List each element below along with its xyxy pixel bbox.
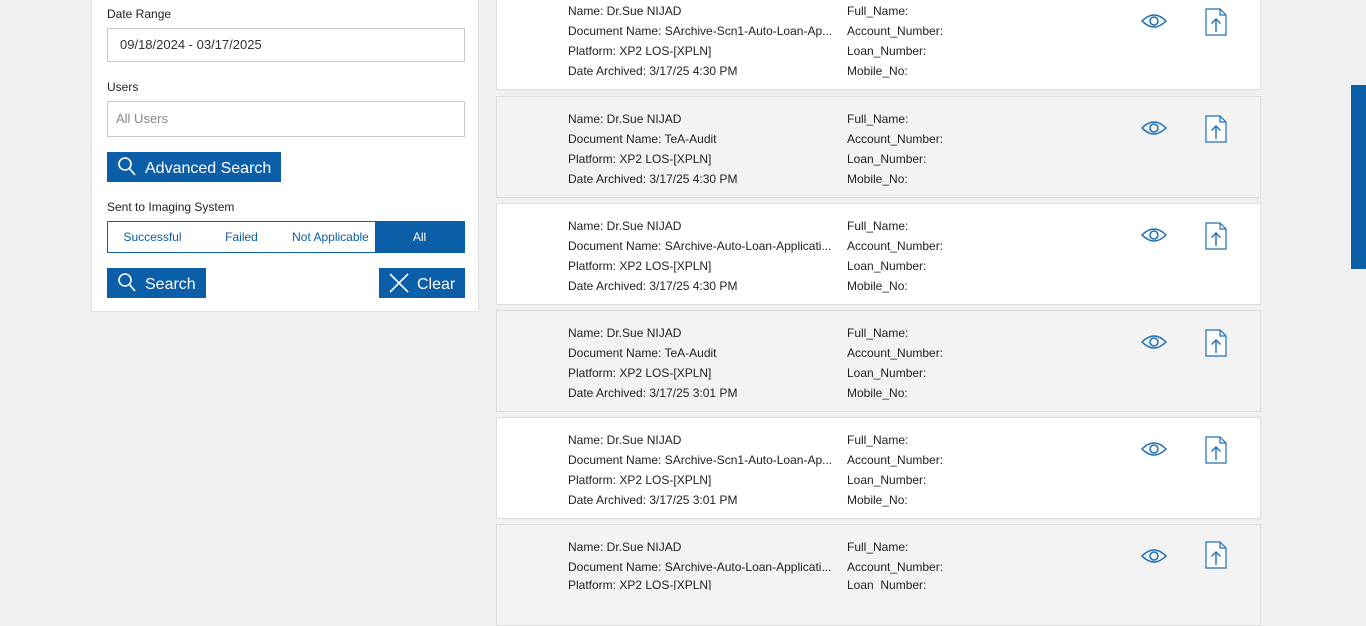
result-mobile-no: Mobile_No: bbox=[847, 493, 908, 507]
result-account-number: Account_Number: bbox=[847, 132, 944, 146]
result-account-number: Account_Number: bbox=[847, 24, 944, 38]
result-platform: Platform: XP2 LOS-[XPLN] bbox=[568, 259, 712, 273]
search-label: Search bbox=[145, 276, 196, 293]
result-card: Name: Dr.Sue NIJAD Document Name: SArchi… bbox=[496, 0, 1261, 90]
filter-panel: Date Range 09/18/2024 - 03/17/2025 Users… bbox=[91, 0, 479, 312]
result-full-name: Full_Name: bbox=[847, 4, 909, 18]
result-loan-number: Loan_Number: bbox=[847, 44, 927, 58]
date-range-label: Date Range bbox=[107, 7, 172, 21]
result-account-number: Account_Number: bbox=[847, 239, 944, 253]
search-icon bbox=[117, 156, 137, 183]
result-date-archived: Date Archived: 3/17/25 4:30 PM bbox=[568, 172, 738, 186]
close-icon bbox=[388, 272, 410, 299]
search-button[interactable]: Search bbox=[107, 268, 206, 298]
result-loan-number: Loan_Number: bbox=[847, 152, 927, 166]
result-document-name: Document Name: SArchive-Scn1-Auto-Loan-A… bbox=[568, 453, 832, 467]
result-card: Name: Dr.Sue NIJAD Document Name: TeA-Au… bbox=[496, 310, 1261, 412]
eye-icon[interactable] bbox=[1140, 333, 1168, 356]
imaging-option-successful[interactable]: Successful bbox=[108, 222, 197, 252]
result-card: Name: Dr.Sue NIJAD Document Name: TeA-Au… bbox=[496, 96, 1261, 198]
result-mobile-no: Mobile_No: bbox=[847, 64, 908, 78]
upload-file-icon[interactable] bbox=[1205, 8, 1227, 41]
result-platform: Platform: XP2 LOS-[XPLN] bbox=[568, 44, 712, 58]
eye-icon[interactable] bbox=[1140, 12, 1168, 35]
result-document-name: Document Name: SArchive-Auto-Loan-Applic… bbox=[568, 239, 832, 253]
result-date-archived: Date Archived: 3/17/25 3:01 PM bbox=[568, 386, 738, 400]
result-account-number: Account_Number: bbox=[847, 453, 944, 467]
result-loan-number: Loan_Number: bbox=[847, 259, 927, 273]
result-full-name: Full_Name: bbox=[847, 540, 909, 554]
users-label: Users bbox=[107, 80, 139, 94]
imaging-label: Sent to Imaging System bbox=[107, 200, 235, 214]
date-range-input[interactable]: 09/18/2024 - 03/17/2025 bbox=[107, 28, 465, 62]
result-account-number: Account_Number: bbox=[847, 560, 944, 574]
result-date-archived: Date Archived: 3/17/25 4:30 PM bbox=[568, 279, 738, 293]
upload-file-icon[interactable] bbox=[1205, 541, 1227, 574]
result-platform: Platform: XP2 LOS-[XPLN] bbox=[568, 152, 712, 166]
result-platform: Platform: XP2 LOS-[XPLN] bbox=[568, 578, 712, 590]
result-full-name: Full_Name: bbox=[847, 219, 909, 233]
result-document-name: Document Name: TeA-Audit bbox=[568, 132, 717, 146]
result-name: Name: Dr.Sue NIJAD bbox=[568, 433, 682, 447]
result-mobile-no: Mobile_No: bbox=[847, 386, 908, 400]
imaging-segmented-control: Successful Failed Not Applicable All bbox=[107, 221, 465, 253]
result-name: Name: Dr.Sue NIJAD bbox=[568, 112, 682, 126]
scrollbar-thumb[interactable] bbox=[1351, 85, 1366, 269]
result-date-archived: Date Archived: 3/17/25 4:30 PM bbox=[568, 64, 738, 78]
result-account-number: Account_Number: bbox=[847, 346, 944, 360]
imaging-option-not-applicable[interactable]: Not Applicable bbox=[286, 222, 375, 252]
result-full-name: Full_Name: bbox=[847, 326, 909, 340]
result-platform: Platform: XP2 LOS-[XPLN] bbox=[568, 366, 712, 380]
result-name: Name: Dr.Sue NIJAD bbox=[568, 219, 682, 233]
result-mobile-no: Mobile_No: bbox=[847, 279, 908, 293]
result-name: Name: Dr.Sue NIJAD bbox=[568, 540, 682, 554]
clear-label: Clear bbox=[417, 276, 456, 293]
result-mobile-no: Mobile_No: bbox=[847, 172, 908, 186]
result-document-name: Document Name: SArchive-Auto-Loan-Applic… bbox=[568, 560, 832, 574]
upload-file-icon[interactable] bbox=[1205, 436, 1227, 469]
result-name: Name: Dr.Sue NIJAD bbox=[568, 4, 682, 18]
result-full-name: Full_Name: bbox=[847, 433, 909, 447]
result-date-archived: Date Archived: 3/17/25 3:01 PM bbox=[568, 493, 738, 507]
upload-file-icon[interactable] bbox=[1205, 329, 1227, 362]
result-document-name: Document Name: SArchive-Scn1-Auto-Loan-A… bbox=[568, 24, 832, 38]
result-full-name: Full_Name: bbox=[847, 112, 909, 126]
search-icon bbox=[117, 272, 137, 299]
users-input[interactable]: All Users bbox=[107, 101, 465, 137]
result-name: Name: Dr.Sue NIJAD bbox=[568, 326, 682, 340]
result-platform: Platform: XP2 LOS-[XPLN] bbox=[568, 473, 712, 487]
eye-icon[interactable] bbox=[1140, 119, 1168, 142]
eye-icon[interactable] bbox=[1140, 226, 1168, 249]
upload-file-icon[interactable] bbox=[1205, 115, 1227, 148]
result-loan-number: Loan_Number: bbox=[847, 578, 927, 590]
eye-icon[interactable] bbox=[1140, 547, 1168, 570]
result-card: Name: Dr.Sue NIJAD Document Name: SArchi… bbox=[496, 524, 1261, 626]
advanced-search-button[interactable]: Advanced Search bbox=[107, 152, 281, 182]
imaging-option-failed[interactable]: Failed bbox=[197, 222, 286, 252]
result-document-name: Document Name: TeA-Audit bbox=[568, 346, 717, 360]
imaging-option-all[interactable]: All bbox=[375, 222, 464, 252]
clear-button[interactable]: Clear bbox=[379, 268, 465, 298]
result-loan-number: Loan_Number: bbox=[847, 473, 927, 487]
result-card: Name: Dr.Sue NIJAD Document Name: SArchi… bbox=[496, 417, 1261, 519]
result-loan-number: Loan_Number: bbox=[847, 366, 927, 380]
upload-file-icon[interactable] bbox=[1205, 222, 1227, 255]
advanced-search-label: Advanced Search bbox=[145, 160, 272, 177]
eye-icon[interactable] bbox=[1140, 440, 1168, 463]
result-card: Name: Dr.Sue NIJAD Document Name: SArchi… bbox=[496, 203, 1261, 305]
